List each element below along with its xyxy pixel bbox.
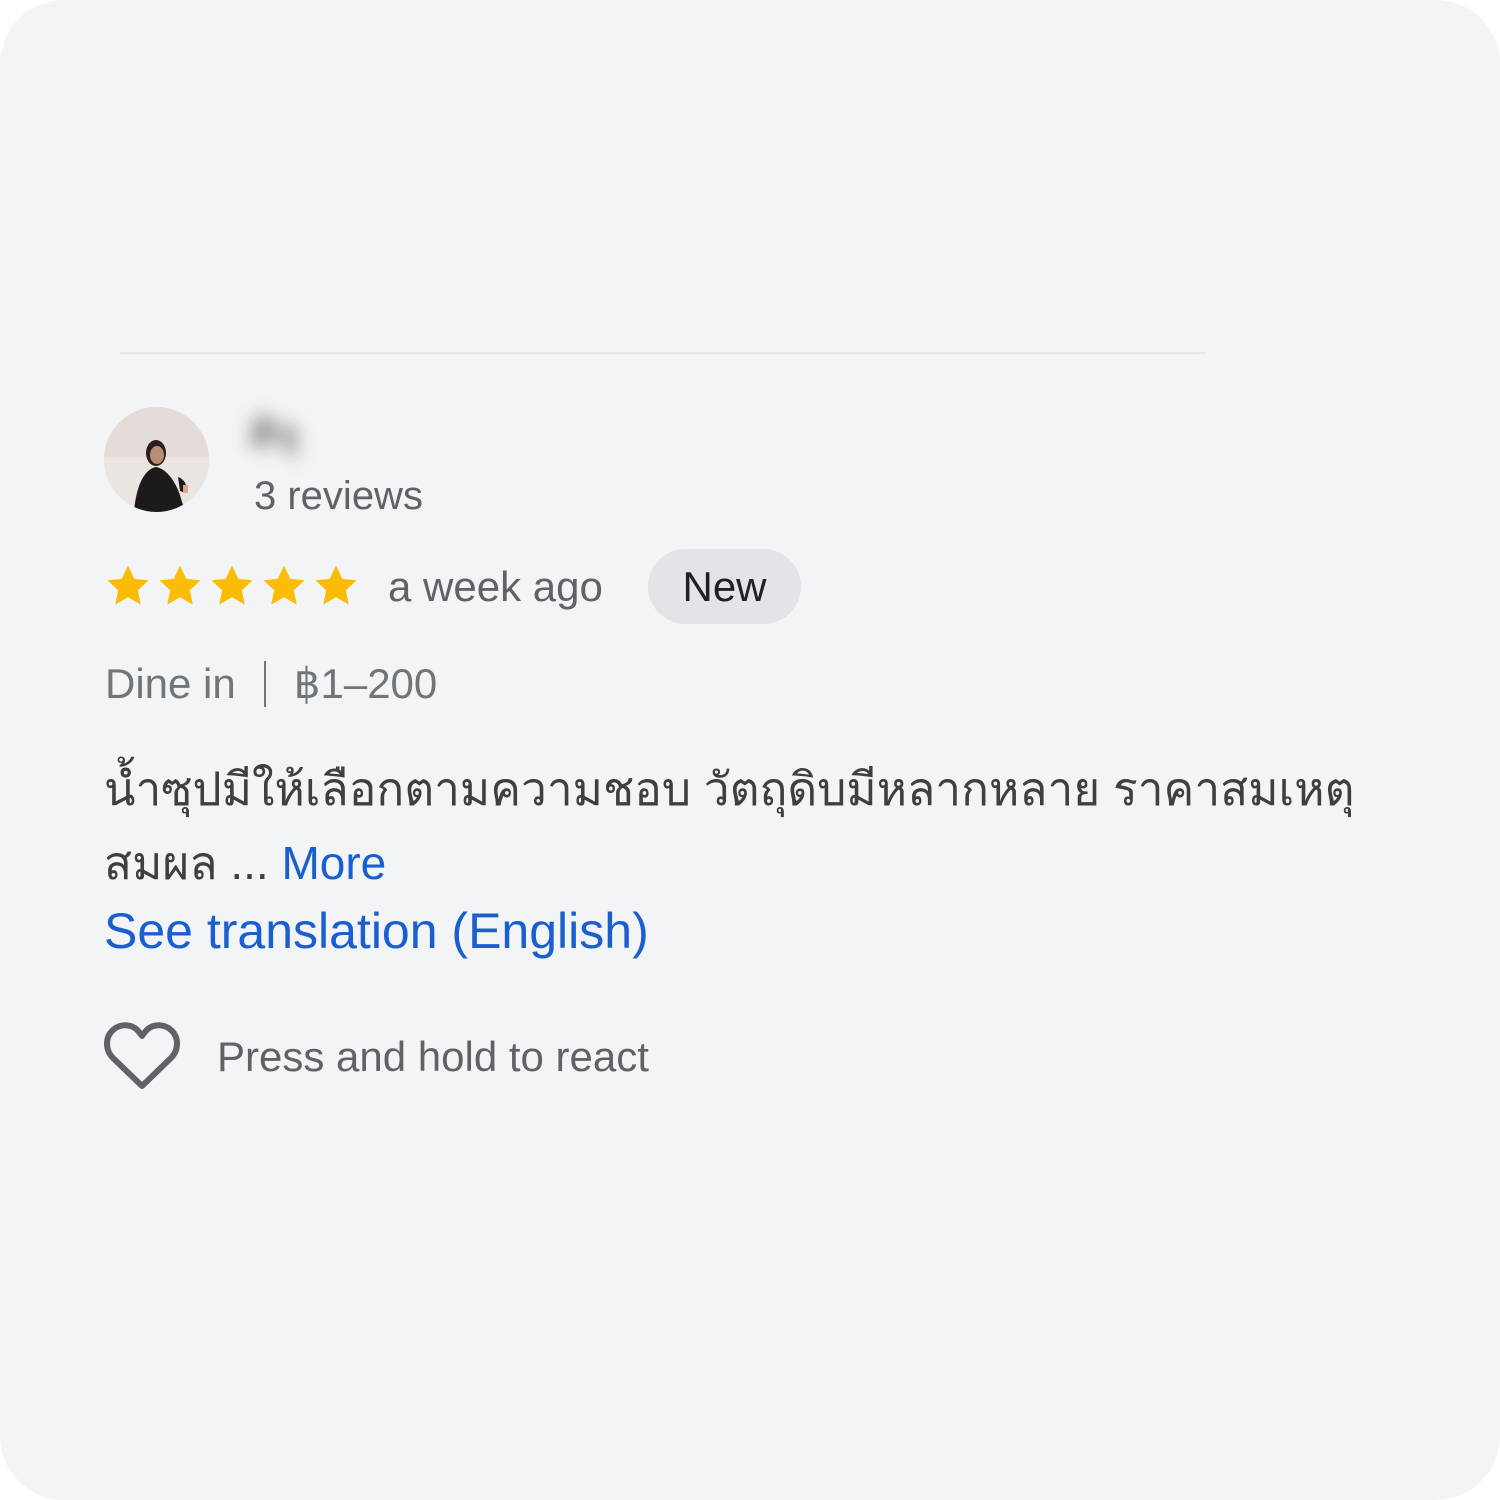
review-meta: Dine in ฿1–200 bbox=[105, 659, 437, 708]
avatar[interactable] bbox=[104, 407, 209, 512]
star-icon bbox=[107, 565, 149, 605]
avatar-photo bbox=[104, 407, 209, 512]
review-text: น้ำซุปมีให้เลือกตามความชอบ วัตถุดิบมีหลา… bbox=[104, 752, 1404, 900]
star-icon bbox=[159, 565, 201, 605]
more-link[interactable]: More bbox=[281, 837, 386, 889]
see-translation-link[interactable]: See translation (English) bbox=[104, 902, 649, 960]
reviewer-name[interactable]: ศิจุ bbox=[250, 402, 299, 466]
react-row: Press and hold to react bbox=[104, 1020, 649, 1094]
review-time: a week ago bbox=[388, 563, 603, 610]
react-label: Press and hold to react bbox=[217, 1033, 649, 1080]
star-icon bbox=[315, 565, 357, 605]
service-type: Dine in bbox=[105, 659, 236, 707]
divider bbox=[120, 352, 1205, 354]
new-badge: New bbox=[648, 549, 801, 624]
meta-separator bbox=[263, 660, 266, 707]
price-range: ฿1–200 bbox=[293, 660, 438, 707]
star-icon bbox=[263, 565, 305, 605]
reviewer-review-count: 3 reviews bbox=[254, 474, 423, 518]
review-card: ศิจุ 3 reviews a week ago New Dine in ฿1… bbox=[0, 0, 1500, 1500]
star-icon bbox=[211, 565, 253, 605]
heart-outline-icon[interactable] bbox=[104, 1022, 180, 1092]
star-rating bbox=[104, 562, 360, 610]
